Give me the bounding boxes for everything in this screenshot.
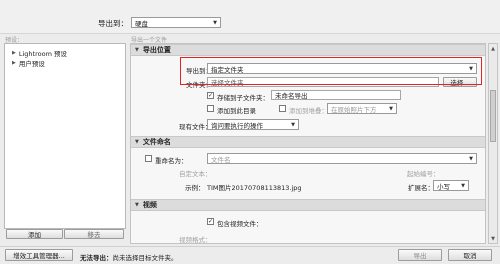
plugin-manager-button[interactable]: 增效工具管理器... bbox=[5, 249, 73, 261]
stack-position-select[interactable]: 在原始照片下方 ▼ bbox=[327, 103, 397, 114]
section-file-naming[interactable]: ▼ 文件命名 bbox=[131, 136, 485, 148]
start-number-label: 起始编号： bbox=[407, 170, 440, 178]
settings-scrollbar[interactable]: ▲ ▼ bbox=[488, 43, 498, 244]
collapse-triangle-icon: ▼ bbox=[135, 202, 139, 208]
scroll-up-icon[interactable]: ▲ bbox=[489, 44, 497, 53]
subfolder-label: 存储到子文件夹： bbox=[217, 94, 269, 102]
collapse-triangle-icon: ▼ bbox=[135, 139, 139, 145]
chevron-down-icon: ▼ bbox=[469, 155, 473, 162]
extension-label: 扩展名： bbox=[408, 184, 434, 192]
custom-text-label: 自定文本： bbox=[179, 170, 212, 178]
preset-group-label: 用户预设 bbox=[18, 60, 45, 68]
add-to-stack-label: 添加到堆叠： bbox=[289, 107, 328, 115]
export-warning-text: 尚未选择目标文件夹。 bbox=[112, 254, 178, 262]
rename-template-value: 文件名 bbox=[211, 155, 231, 164]
collapse-triangle-icon: ▼ bbox=[135, 47, 139, 53]
chevron-down-icon: ▼ bbox=[461, 182, 465, 189]
expand-triangle-icon: ▶ bbox=[12, 60, 16, 66]
rename-to-label: 重命名为： bbox=[155, 157, 188, 165]
example-label: 示例： bbox=[185, 184, 205, 192]
subfolder-name-field[interactable]: 未命名导出 bbox=[271, 90, 401, 100]
chevron-down-icon: ▼ bbox=[389, 105, 393, 112]
include-video-checkbox[interactable]: ✓ bbox=[207, 218, 214, 225]
add-to-catalog-checkbox[interactable] bbox=[207, 105, 214, 112]
chevron-down-icon: ▼ bbox=[291, 121, 295, 128]
preset-group-user[interactable]: ▶ 用户预设 bbox=[12, 58, 45, 68]
rename-checkbox[interactable] bbox=[145, 155, 152, 162]
subfolder-checkbox[interactable]: ✓ bbox=[207, 92, 214, 99]
add-to-catalog-label: 添加到此目录 bbox=[217, 107, 256, 115]
section-title: 文件命名 bbox=[142, 138, 171, 146]
video-format-label: 视频格式： bbox=[179, 236, 212, 244]
export-to-value: 硬盘 bbox=[135, 19, 148, 28]
scrollbar-thumb[interactable] bbox=[490, 90, 496, 142]
cancel-button[interactable]: 取消 bbox=[448, 249, 492, 261]
preset-group-label: Lightroom 预设 bbox=[18, 50, 67, 58]
section-video[interactable]: ▼ 视频 bbox=[131, 199, 485, 211]
scroll-down-icon[interactable]: ▼ bbox=[489, 234, 497, 243]
section-title: 视频 bbox=[142, 201, 157, 209]
include-video-label: 包含视频文件： bbox=[217, 220, 263, 228]
export-to-select[interactable]: 硬盘 ▼ bbox=[131, 17, 221, 28]
preset-group-lightroom[interactable]: ▶ Lightroom 预设 bbox=[12, 48, 67, 58]
export-warning-title: 无法导出： bbox=[80, 254, 113, 262]
export-warning: 无法导出：尚未选择目标文件夹。 bbox=[80, 252, 178, 262]
add-to-stack-checkbox[interactable] bbox=[279, 105, 286, 112]
rename-template-select[interactable]: 文件名 ▼ bbox=[207, 153, 477, 164]
chevron-down-icon: ▼ bbox=[213, 19, 217, 26]
expand-triangle-icon: ▶ bbox=[12, 50, 16, 56]
stack-position-value: 在原始照片下方 bbox=[331, 105, 377, 114]
extension-case-value: 小写 bbox=[437, 182, 450, 191]
existing-files-value: 询问要执行的操作 bbox=[211, 121, 263, 130]
export-to-label: 导出到： bbox=[98, 19, 128, 28]
highlight-box bbox=[180, 57, 482, 85]
example-filename: TIM图片20170708113813.jpg bbox=[207, 184, 302, 192]
section-title: 导出位置 bbox=[142, 46, 171, 54]
remove-preset-button[interactable]: 移去 bbox=[64, 229, 124, 239]
export-button[interactable]: 导出 bbox=[398, 249, 442, 261]
extension-case-select[interactable]: 小写 ▼ bbox=[433, 180, 469, 191]
preset-list: ▶ Lightroom 预设 ▶ 用户预设 bbox=[4, 43, 126, 229]
dialog-top-bar bbox=[0, 0, 500, 34]
add-preset-button[interactable]: 添加 bbox=[6, 229, 63, 239]
existing-files-select[interactable]: 询问要执行的操作 ▼ bbox=[207, 119, 299, 130]
section-export-location[interactable]: ▼ 导出位置 bbox=[131, 44, 485, 56]
